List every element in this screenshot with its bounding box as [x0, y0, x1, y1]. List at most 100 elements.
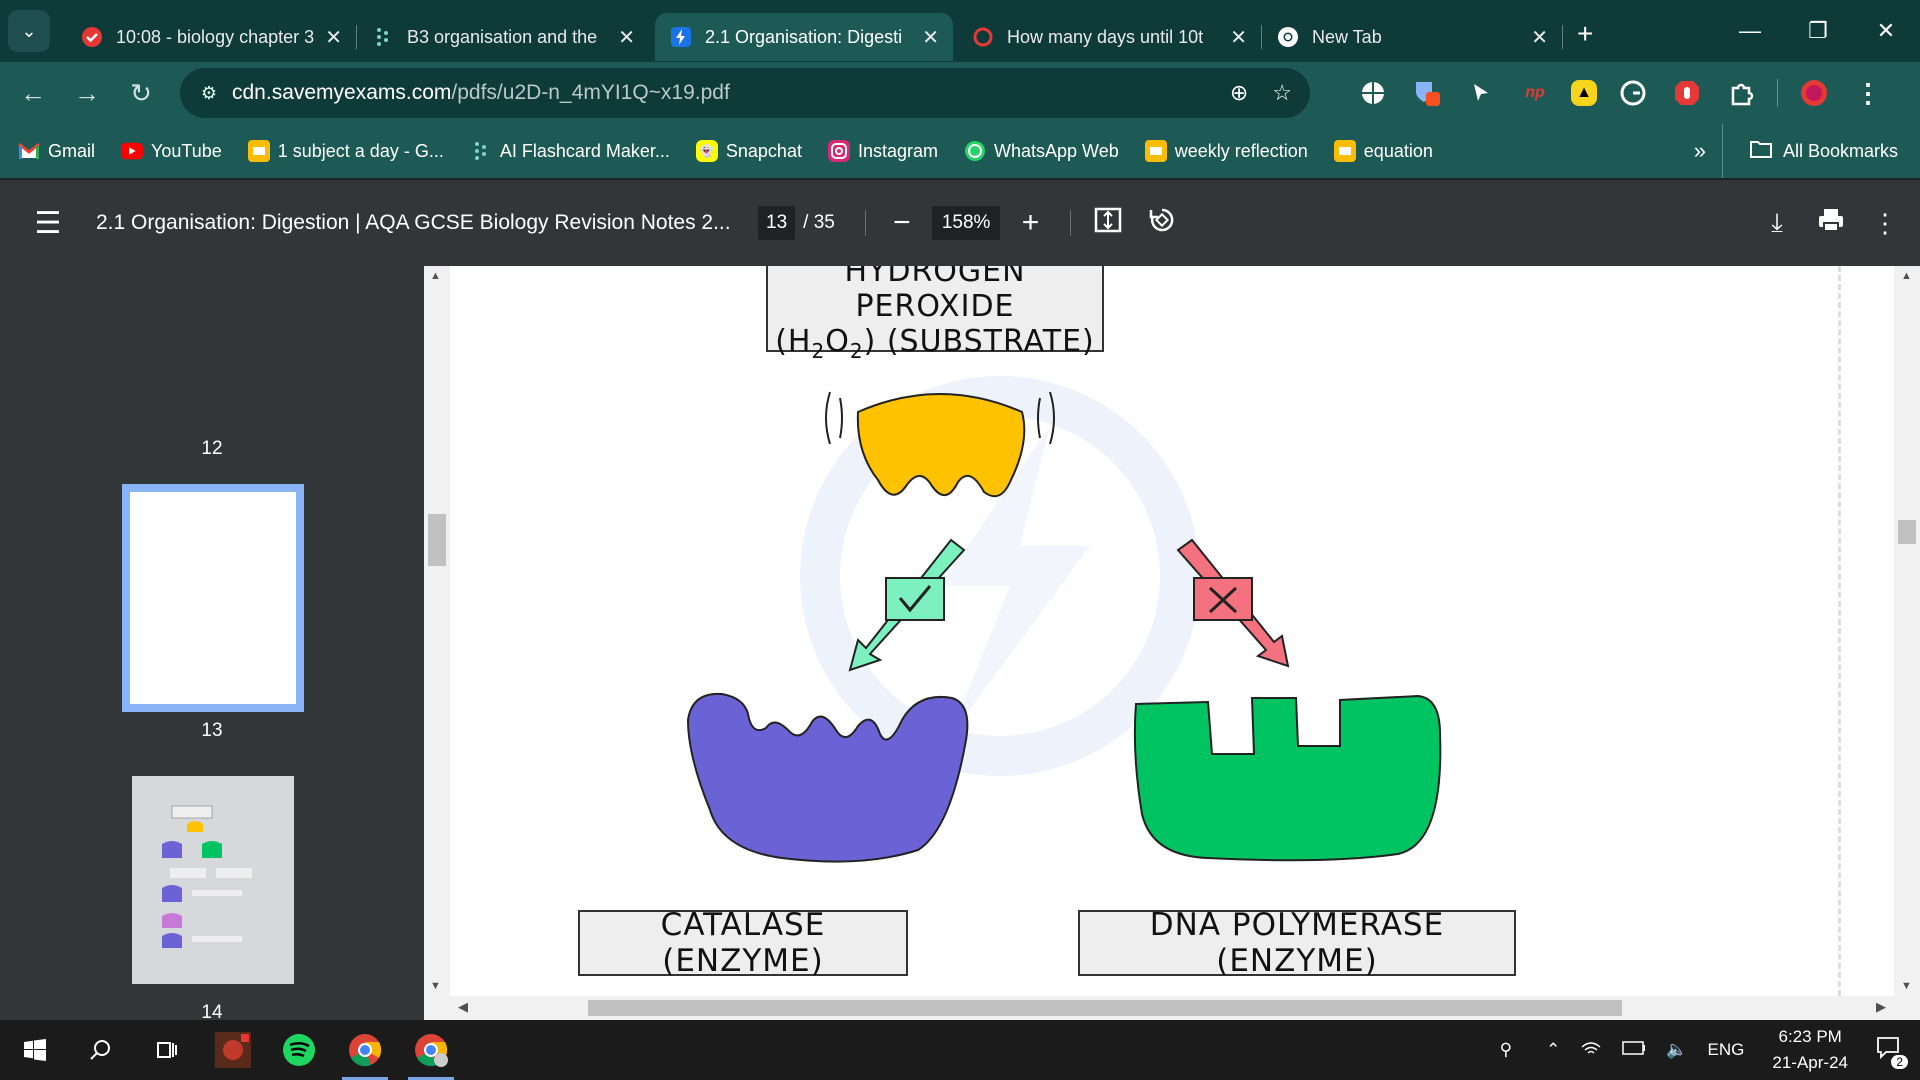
- substrate-label-line1: HYDROGEN PEROXIDE: [844, 266, 1026, 324]
- extension-cursor-icon[interactable]: [1463, 75, 1499, 111]
- toolbar-separator: [1070, 210, 1072, 236]
- thumbnail-page-number: 13: [201, 720, 223, 741]
- close-icon[interactable]: ✕: [618, 25, 635, 50]
- chrome-icon[interactable]: [332, 1020, 398, 1080]
- left-scrollbar[interactable]: ▲ ▼: [424, 266, 450, 996]
- youtube-icon: [121, 140, 144, 162]
- formula-subscript: 2: [849, 338, 864, 363]
- sidebar-menu-icon[interactable]: ☰: [0, 206, 96, 241]
- bookmark-instagram[interactable]: Instagram: [827, 140, 938, 162]
- volume-icon[interactable]: 🔈: [1666, 1040, 1687, 1060]
- browser-toolbar: ← → ↻ ⚙ cdn.savemyexams.com/pdfs/u2D-n_4…: [0, 62, 1920, 124]
- adblock-hand-icon[interactable]: [1669, 75, 1705, 111]
- scroll-up-arrow-icon[interactable]: ▲: [430, 270, 441, 282]
- scroll-right-arrow-icon[interactable]: ▶: [1876, 999, 1886, 1015]
- search-icon[interactable]: [68, 1020, 134, 1080]
- notifications-icon[interactable]: 2: [1876, 1036, 1908, 1069]
- horizontal-scrollbar[interactable]: ◀ ▶: [424, 996, 1920, 1020]
- bookmark-whatsapp[interactable]: WhatsApp Web: [964, 140, 1119, 162]
- chevron-up-icon[interactable]: ⌃: [1546, 1040, 1560, 1060]
- extension-yellow-icon[interactable]: ▲: [1571, 80, 1597, 106]
- bookmark-youtube[interactable]: YouTube: [121, 140, 222, 162]
- tab-b3-organisation[interactable]: B3 organisation and the ✕: [357, 13, 649, 61]
- tab-organisation-digestion[interactable]: 2.1 Organisation: Digesti ✕: [655, 13, 953, 61]
- scroll-down-arrow-icon[interactable]: ▼: [430, 980, 441, 992]
- more-options-icon[interactable]: ⋮: [1858, 208, 1912, 239]
- right-scrollbar[interactable]: ▲ ▼: [1894, 266, 1920, 996]
- site-info-icon[interactable]: ⚙: [186, 83, 232, 104]
- pdf-viewer[interactable]: ▲ ▼ HYDROGEN PEROXIDE (H2O2) (SUBSTRATE): [424, 266, 1920, 1020]
- address-bar[interactable]: ⚙ cdn.savemyexams.com/pdfs/u2D-n_4mYI1Q~…: [180, 68, 1310, 118]
- tab-title: 10:08 - biology chapter 3: [116, 26, 315, 47]
- bookmark-weekly-reflection[interactable]: weekly reflection: [1144, 140, 1308, 162]
- extension-globe-icon[interactable]: [1355, 75, 1391, 111]
- windows-taskbar: ⚲ ⌃ 🔈 ENG 6:23 PM 21-Apr-24 2: [0, 1020, 1920, 1080]
- close-icon[interactable]: ✕: [1531, 25, 1548, 50]
- new-tab-button[interactable]: +: [1577, 18, 1593, 50]
- zoom-out-icon[interactable]: −: [882, 206, 922, 240]
- zoom-in-icon[interactable]: +: [1010, 206, 1050, 240]
- spotify-icon[interactable]: [266, 1020, 332, 1080]
- print-icon[interactable]: [1804, 207, 1858, 240]
- scroll-up-arrow-icon[interactable]: ▲: [1901, 270, 1912, 282]
- grammarly-icon[interactable]: [1615, 75, 1651, 111]
- thumbnail-page-13[interactable]: [122, 484, 304, 712]
- all-bookmarks-button[interactable]: All Bookmarks: [1721, 124, 1898, 178]
- back-icon[interactable]: ←: [6, 66, 60, 120]
- extension-shield-icon[interactable]: [1409, 75, 1445, 111]
- zoom-icon[interactable]: ⊕: [1230, 80, 1248, 106]
- bookmark-1-subject-a-day[interactable]: 1 subject a day - G...: [247, 140, 444, 162]
- bookmark-label: 1 subject a day - G...: [277, 140, 444, 161]
- tab-search-button[interactable]: ⌄: [8, 10, 50, 52]
- bookmark-label: YouTube: [151, 140, 222, 161]
- bookmark-snapchat[interactable]: 👻 Snapchat: [695, 140, 802, 162]
- profile-avatar-icon[interactable]: [1796, 75, 1832, 111]
- rotate-icon[interactable]: [1135, 206, 1189, 241]
- close-window-icon[interactable]: ✕: [1852, 0, 1920, 62]
- tab-how-many-days[interactable]: How many days until 10t ✕: [957, 13, 1261, 61]
- game-app-icon[interactable]: [200, 1020, 266, 1080]
- clock[interactable]: 6:23 PM 21-Apr-24: [1772, 1024, 1848, 1076]
- fit-page-icon[interactable]: [1081, 207, 1135, 240]
- thumbnail-page-14[interactable]: [132, 776, 294, 984]
- extensions-area: np ▲ ⋮: [1355, 62, 1886, 124]
- document-title: 2.1 Organisation: Digestion | AQA GCSE B…: [96, 211, 731, 234]
- scroll-left-arrow-icon[interactable]: ◀: [458, 999, 468, 1015]
- extension-np-icon[interactable]: np: [1517, 75, 1553, 111]
- zoom-level-input[interactable]: 158%: [931, 206, 1001, 240]
- scrollbar-thumb[interactable]: [428, 514, 446, 566]
- scroll-down-arrow-icon[interactable]: ▼: [1901, 980, 1912, 992]
- windows-start-icon[interactable]: [2, 1020, 68, 1080]
- extensions-puzzle-icon[interactable]: [1723, 75, 1759, 111]
- tab-biology-chapter[interactable]: 10:08 - biology chapter 3 ✕: [66, 13, 356, 61]
- folder-icon: [1749, 139, 1773, 164]
- tab-new-tab[interactable]: New Tab ✕: [1262, 13, 1562, 61]
- minimize-icon[interactable]: —: [1716, 0, 1784, 62]
- chrome-profile-icon[interactable]: [398, 1020, 464, 1080]
- page-number-input[interactable]: 13: [758, 206, 796, 240]
- wifi-icon[interactable]: [1580, 1039, 1602, 1062]
- bookmark-ai-flashcard[interactable]: AI Flashcard Maker...: [470, 140, 670, 162]
- download-icon[interactable]: ⤓: [1750, 207, 1804, 239]
- bookmark-equation[interactable]: equation: [1333, 140, 1433, 162]
- snapchat-icon: 👻: [695, 140, 718, 162]
- bookmarks-overflow-button[interactable]: »: [1694, 138, 1706, 164]
- restore-icon[interactable]: ❐: [1784, 0, 1852, 62]
- bookmark-label: WhatsApp Web: [994, 140, 1119, 161]
- scrollbar-thumb[interactable]: [1898, 520, 1916, 544]
- scrollbar-thumb[interactable]: [588, 1000, 1622, 1016]
- close-icon[interactable]: ✕: [922, 25, 939, 50]
- kebab-menu-icon[interactable]: ⋮: [1850, 75, 1886, 111]
- bookmark-label: AI Flashcard Maker...: [499, 140, 670, 161]
- reload-icon[interactable]: ↻: [114, 66, 168, 120]
- toolbar-separator: [1777, 79, 1778, 107]
- task-view-icon[interactable]: [134, 1020, 200, 1080]
- forward-icon[interactable]: →: [60, 66, 114, 120]
- bookmark-star-icon[interactable]: ☆: [1272, 80, 1292, 106]
- close-icon[interactable]: ✕: [1230, 25, 1247, 50]
- people-icon[interactable]: ⚲: [1500, 1040, 1512, 1060]
- close-icon[interactable]: ✕: [325, 25, 342, 50]
- bookmark-gmail[interactable]: Gmail: [18, 140, 95, 162]
- battery-icon[interactable]: [1622, 1040, 1646, 1060]
- language-indicator[interactable]: ENG: [1708, 1040, 1745, 1060]
